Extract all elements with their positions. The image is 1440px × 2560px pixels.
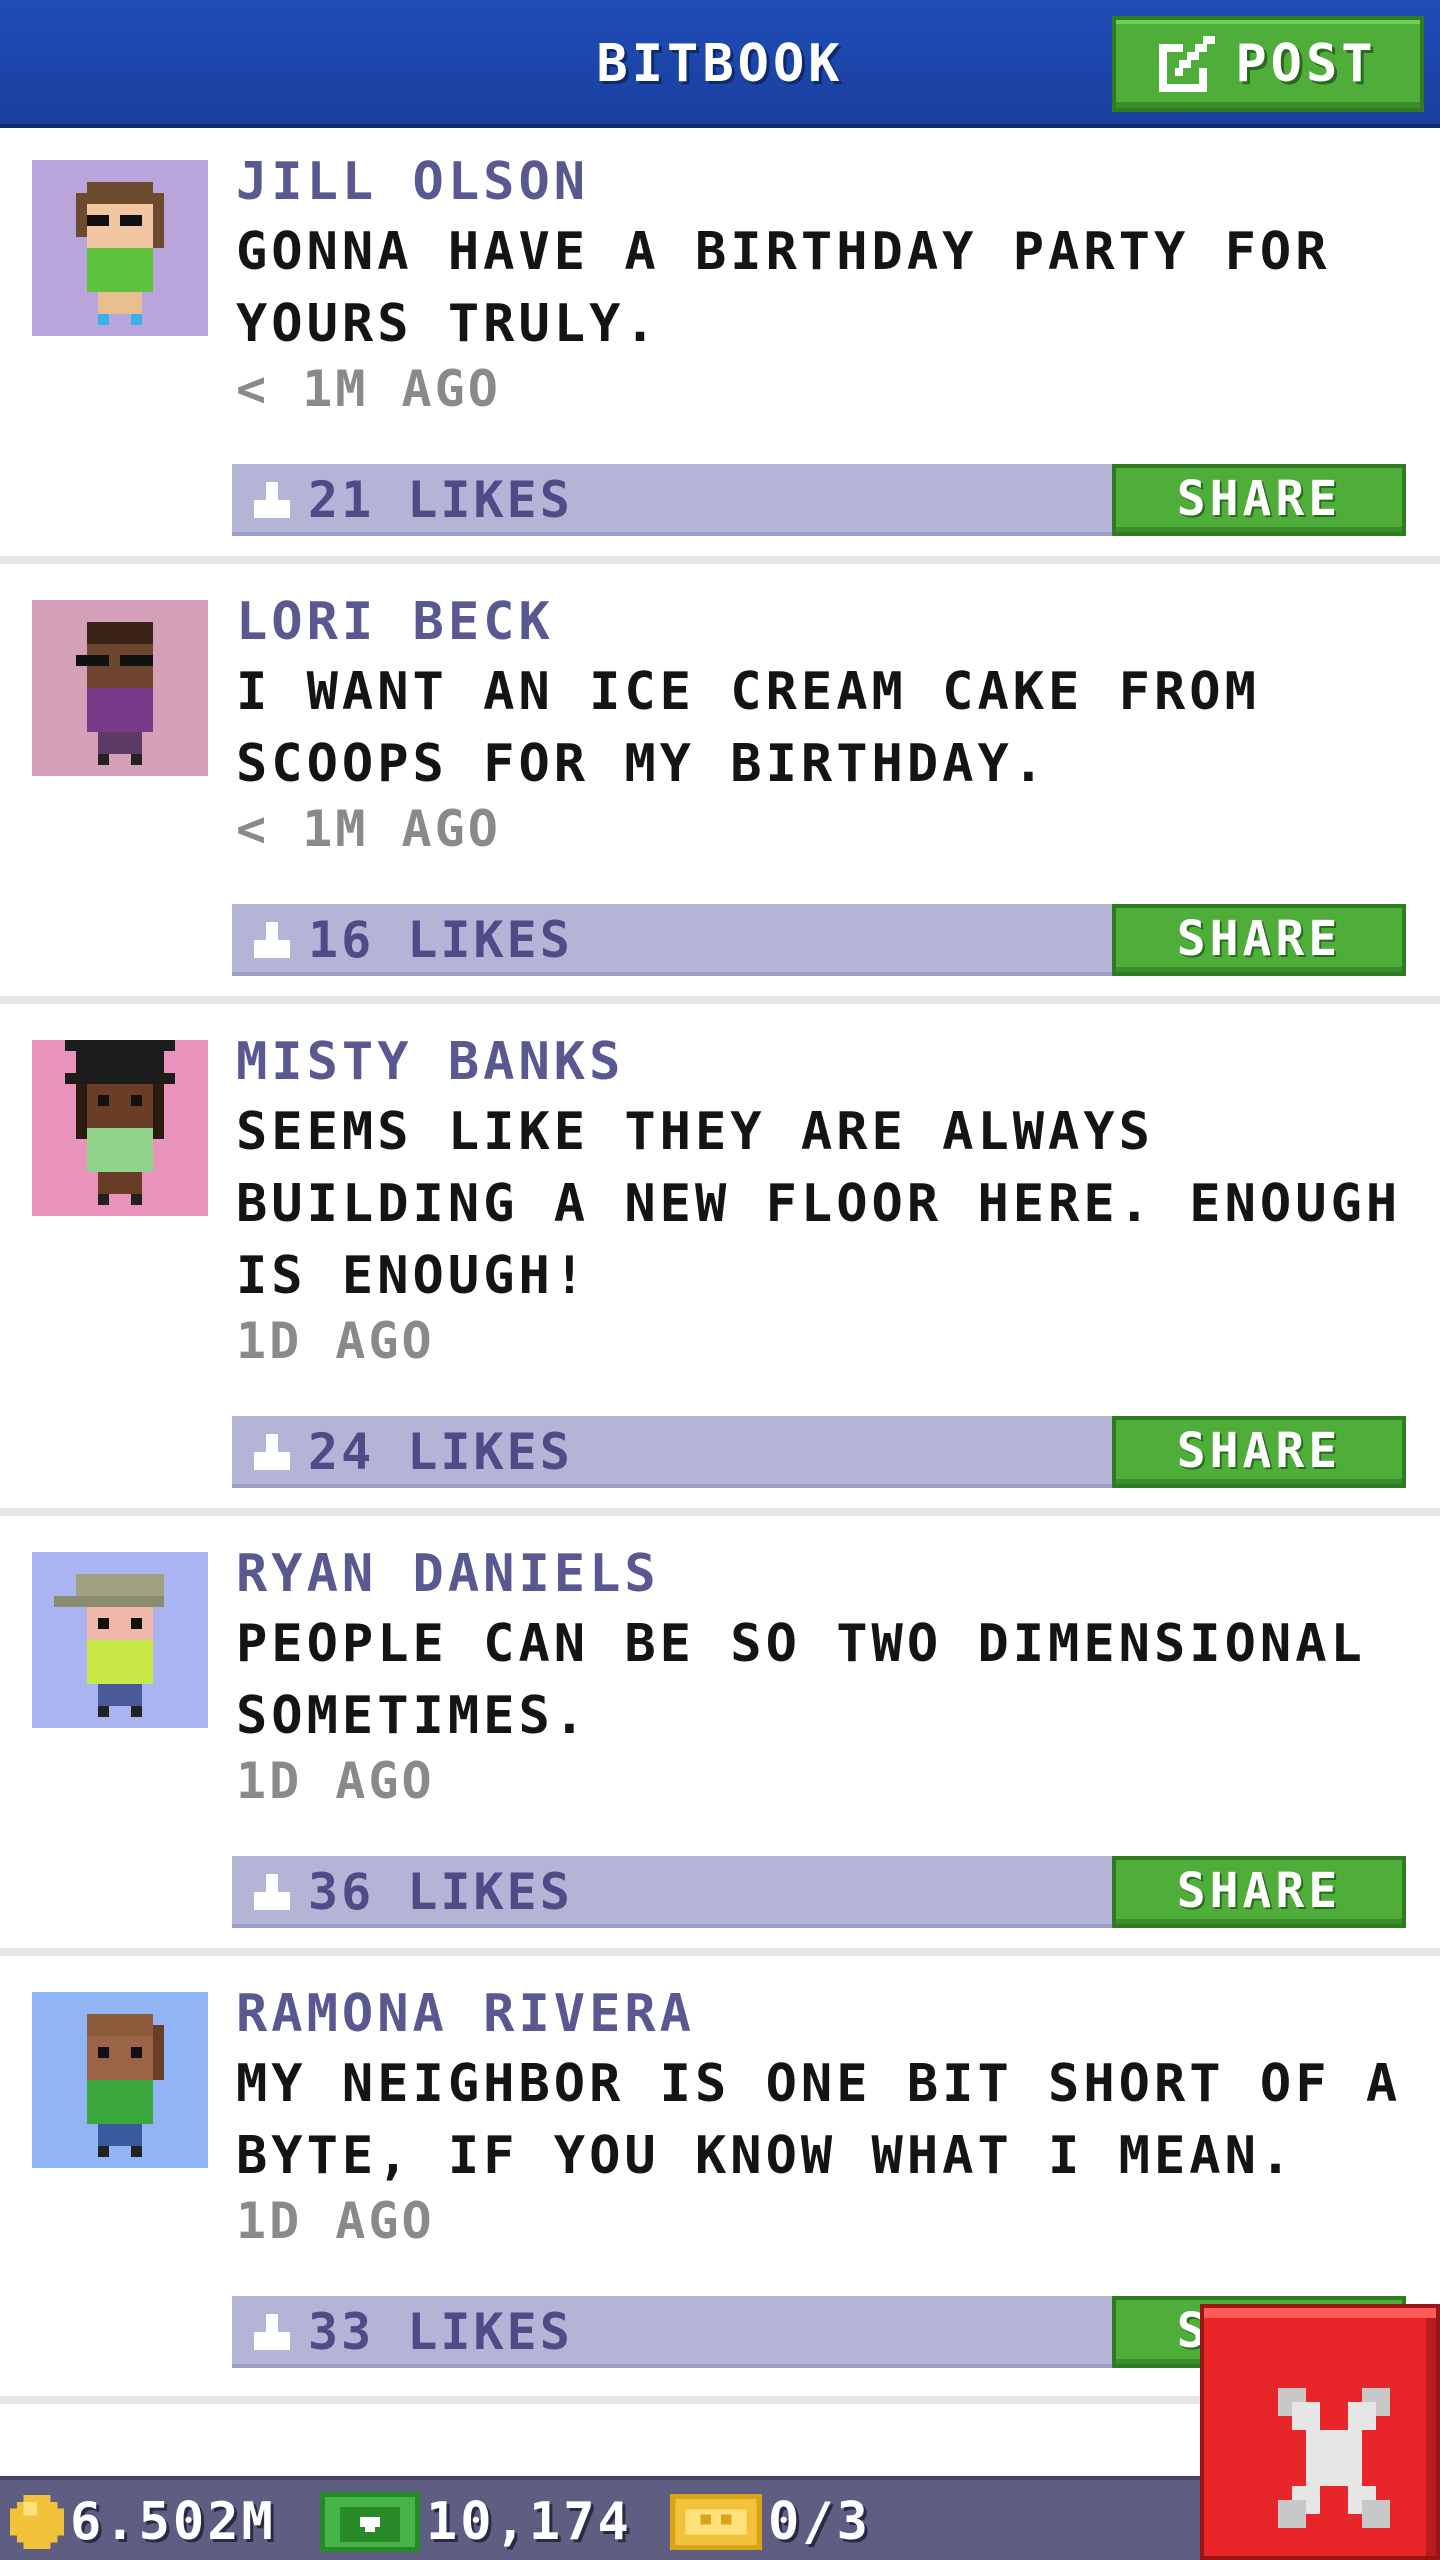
post-time: 1D AGO [236,2192,435,2250]
post-time: 1D AGO [236,1752,435,1810]
share-button[interactable]: SHARE [1112,464,1406,536]
tickets-value: 0/3 [768,2492,871,2552]
app-header: BITBOOK POST [0,0,1440,128]
likes-bar: 24 LIKES SHARE [232,1416,1406,1488]
likes-count: 33 LIKES [308,2303,573,2361]
post-message: GONNA HAVE A BIRTHDAY PARTY FOR YOURS TR… [236,222,1331,354]
post-time: 1D AGO [236,1312,435,1370]
post-message: SEEMS LIKE THEY ARE ALWAYS BUILDING A NE… [236,1102,1402,1306]
feed-post: LORI BECK I WANT AN ICE CREAM CAKE FROM … [0,572,1440,1004]
post-button-label: POST [1235,34,1377,94]
likes-bar: 16 LIKES SHARE [232,904,1406,976]
post-author[interactable]: RAMONA RIVERA [236,1984,695,2044]
share-button[interactable]: SHARE [1112,1416,1406,1488]
ticket-icon [670,2494,762,2550]
avatar [32,1992,208,2168]
feed-post: RYAN DANIELS PEOPLE CAN BE SO TWO DIMENS… [0,1524,1440,1956]
post-time: < 1M AGO [236,360,501,418]
close-icon [1278,2388,1390,2528]
thumbs-up-icon[interactable] [248,1428,296,1476]
post-time: < 1M AGO [236,800,501,858]
post-message: I WANT AN ICE CREAM CAKE FROM SCOOPS FOR… [236,662,1260,794]
bux-stat: 10,174 [320,2480,632,2560]
post-author[interactable]: JILL OLSON [236,152,589,212]
avatar [32,600,208,776]
post-message: PEOPLE CAN BE SO TWO DIMENSIONAL SOMETIM… [236,1614,1366,1746]
bux-icon [320,2492,420,2552]
likes-count: 36 LIKES [308,1863,573,1921]
avatar [32,160,208,336]
avatar [32,1552,208,1728]
share-button[interactable]: SHARE [1112,904,1406,976]
thumbs-up-icon[interactable] [248,476,296,524]
post-author[interactable]: MISTY BANKS [236,1032,624,1092]
coin-icon [10,2495,64,2549]
share-button[interactable]: SHARE [1112,1856,1406,1928]
feed-post: MISTY BANKS SEEMS LIKE THEY ARE ALWAYS B… [0,1012,1440,1516]
close-button[interactable] [1200,2304,1440,2560]
coins-value: 6.502M [70,2492,276,2552]
post-button[interactable]: POST [1112,16,1424,112]
coins-stat: 6.502M [10,2480,276,2560]
likes-count: 24 LIKES [308,1423,573,1481]
feed-post: JILL OLSON GONNA HAVE A BIRTHDAY PARTY F… [0,132,1440,564]
likes-bar: 36 LIKES SHARE [232,1856,1406,1928]
likes-count: 21 LIKES [308,471,573,529]
thumbs-up-icon[interactable] [248,2308,296,2356]
tickets-stat: 0/3 [670,2480,871,2560]
likes-count: 16 LIKES [308,911,573,969]
thumbs-up-icon[interactable] [248,916,296,964]
post-author[interactable]: LORI BECK [236,592,554,652]
likes-bar: 21 LIKES SHARE [232,464,1406,536]
post-author[interactable]: RYAN DANIELS [236,1544,660,1604]
post-message: MY NEIGHBOR IS ONE BIT SHORT OF A BYTE, … [236,2054,1402,2186]
avatar [32,1040,208,1216]
thumbs-up-icon[interactable] [248,1868,296,1916]
bux-value: 10,174 [426,2492,632,2552]
edit-icon [1159,36,1216,92]
